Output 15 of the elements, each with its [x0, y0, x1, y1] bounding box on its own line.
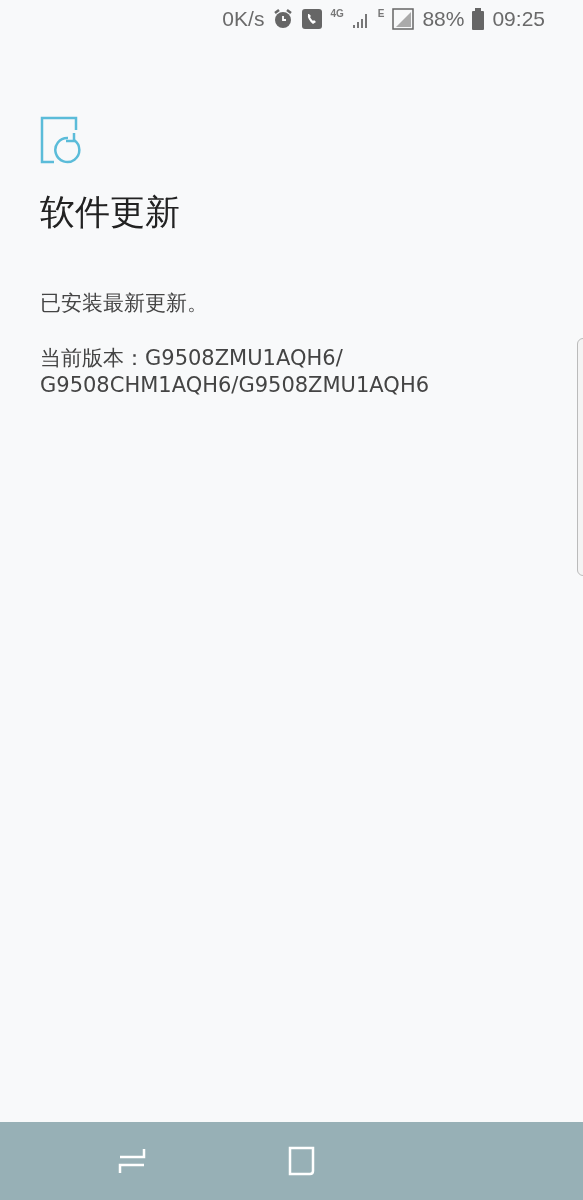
version-text: 当前版本：G9508ZMU1AQH6/ — [40, 344, 343, 372]
network-type: 4G — [330, 8, 344, 19]
home-icon — [288, 1146, 316, 1176]
network-speed: 0K/s — [222, 7, 265, 31]
recent-apps-icon — [118, 1146, 146, 1176]
phone-icon — [302, 9, 323, 29]
clock: 09:25 — [492, 7, 545, 31]
battery-level: 88% — [422, 7, 465, 31]
status-message: 已安装最新更新。 — [40, 289, 209, 317]
signal-icon — [392, 8, 415, 30]
version-text: G9508CHM1AQH6/G9508ZMU1AQH6 — [40, 372, 430, 400]
page-title: 软件更新 — [40, 191, 181, 234]
battery-icon — [472, 8, 485, 30]
software-update-icon — [40, 116, 84, 164]
network-type: E — [377, 8, 385, 19]
